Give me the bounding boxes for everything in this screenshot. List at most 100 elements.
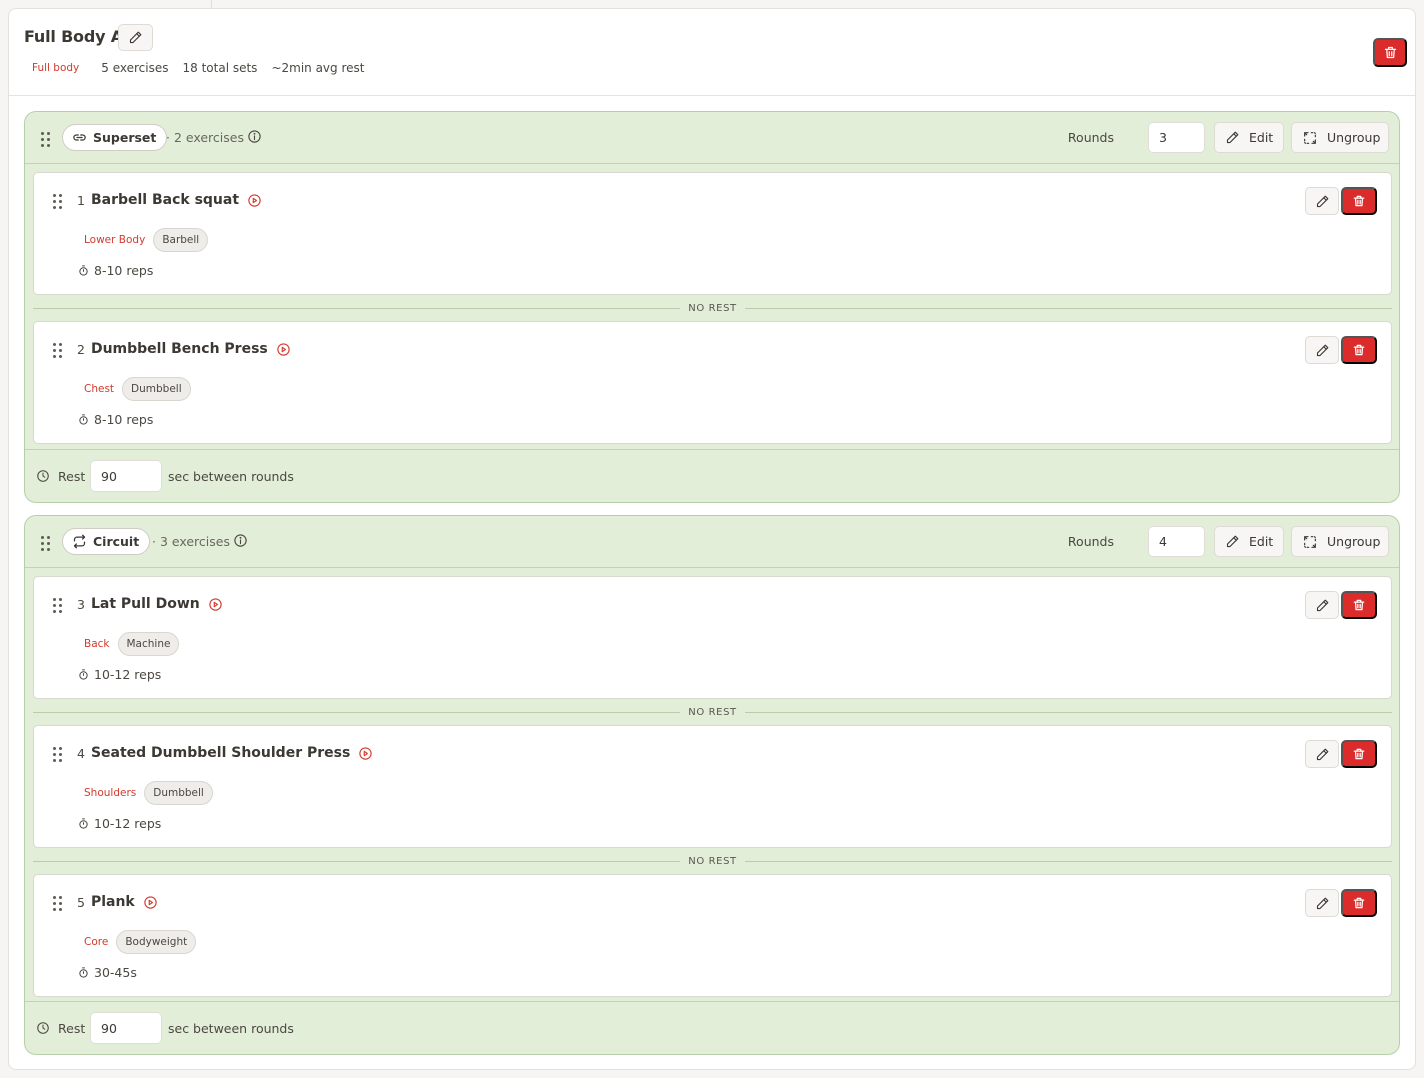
edit-group-button[interactable]: Edit [1214, 526, 1284, 557]
drag-handle-icon[interactable] [41, 536, 50, 551]
edit-group-button[interactable]: Edit [1214, 122, 1284, 153]
group-footer: Rest sec between rounds [25, 449, 1399, 502]
pencil-icon [1315, 598, 1330, 613]
group-type-pill[interactable]: Circuit [62, 528, 151, 555]
rest-seconds-input[interactable] [90, 460, 162, 492]
exercise-title: 5 Plank [77, 894, 158, 910]
group-footer: Rest sec between rounds [25, 1001, 1399, 1054]
exercise-tags: Chest Dumbbell [84, 377, 191, 401]
reps-value: 10-12 reps [94, 667, 162, 682]
trash-icon [1352, 598, 1366, 612]
info-icon[interactable] [247, 129, 262, 144]
rest-label: Rest [58, 1021, 86, 1036]
rounds-label: Rounds [1067, 130, 1114, 145]
play-video-icon[interactable] [208, 597, 223, 612]
equipment-badge: Machine [117, 632, 180, 656]
delete-exercise-button[interactable] [1341, 336, 1377, 364]
muscle-tag: Shoulders [84, 787, 137, 799]
clock-icon [36, 1021, 50, 1035]
play-video-icon[interactable] [143, 895, 158, 910]
workout-card: Full Body A Full body 5 exercises 18 tot… [8, 8, 1416, 1070]
trash-icon [1352, 194, 1366, 208]
workout-header: Full Body A Full body 5 exercises 18 tot… [9, 9, 1415, 96]
info-icon[interactable] [233, 533, 248, 548]
muscle-tag: Core [84, 936, 109, 948]
exercise-number: 4 [77, 745, 85, 761]
exercise-name: Plank [90, 894, 135, 910]
ungroup-button[interactable]: Ungroup [1291, 526, 1389, 557]
drag-handle-icon[interactable] [53, 747, 62, 762]
drag-handle-icon[interactable] [53, 896, 62, 911]
exercise-number: 3 [77, 596, 85, 612]
ungroup-label: Ungroup [1327, 534, 1381, 549]
rounds-input[interactable] [1148, 526, 1205, 557]
edit-exercise-button[interactable] [1305, 889, 1339, 917]
reps-value: 30-45s [94, 965, 137, 980]
total-sets: 18 total sets [182, 61, 258, 75]
pencil-icon [1225, 130, 1240, 145]
exercise-number: 1 [77, 192, 85, 208]
exercise-reps: 10-12 reps [78, 816, 161, 831]
ungroup-icon [1302, 130, 1318, 146]
exercise-name: Barbell Back squat [90, 192, 240, 208]
timer-icon [78, 818, 89, 829]
rounds-input[interactable] [1148, 122, 1205, 153]
play-video-icon[interactable] [358, 746, 373, 761]
edit-exercise-button[interactable] [1305, 591, 1339, 619]
rest-suffix: sec between rounds [168, 1021, 294, 1036]
timer-icon [78, 265, 89, 276]
drag-handle-icon[interactable] [41, 132, 50, 147]
exercise-card: 5 Plank Core Bodyweight 30-45s [33, 874, 1392, 997]
delete-exercise-button[interactable] [1341, 889, 1377, 917]
workout-tag: Full body [32, 62, 80, 74]
no-rest-label: NO REST [688, 706, 737, 718]
exercise-card: 1 Barbell Back squat Lower Body Barbell 8-10… [33, 172, 1392, 295]
exercise-number: 5 [77, 894, 85, 910]
exercise-group: Circuit · 3 exercises Rounds Edit Ungroup 3 La… [24, 515, 1400, 1055]
group-header: Circuit · 3 exercises Rounds Edit Ungroup [25, 516, 1399, 568]
delete-exercise-button[interactable] [1341, 740, 1377, 768]
exercise-tags: Lower Body Barbell [84, 228, 209, 252]
edit-group-label: Edit [1249, 130, 1274, 145]
reps-value: 10-12 reps [94, 816, 162, 831]
edit-title-button[interactable] [118, 24, 153, 51]
rest-seconds-input[interactable] [90, 1012, 162, 1044]
edit-exercise-button[interactable] [1305, 336, 1339, 364]
drag-handle-icon[interactable] [53, 598, 62, 613]
exercise-card: 4 Seated Dumbbell Shoulder Press Shoulders… [33, 725, 1392, 848]
delete-exercise-button[interactable] [1341, 187, 1377, 215]
delete-exercise-button[interactable] [1341, 591, 1377, 619]
group-type-label: Circuit [93, 534, 140, 549]
pencil-icon [1315, 747, 1330, 762]
exercise-title: 2 Dumbbell Bench Press [77, 341, 291, 357]
equipment-badge: Dumbbell [122, 377, 191, 401]
edit-exercise-button[interactable] [1305, 187, 1339, 215]
exercise-tags: Back Machine [84, 632, 180, 656]
exercise-number: 2 [77, 341, 85, 357]
pencil-icon [1315, 343, 1330, 358]
exercise-name: Lat Pull Down [90, 596, 200, 612]
play-video-icon[interactable] [276, 342, 291, 357]
pencil-icon [1225, 534, 1240, 549]
delete-workout-button[interactable] [1373, 38, 1407, 67]
equipment-badge: Barbell [153, 228, 209, 252]
drag-handle-icon[interactable] [53, 343, 62, 358]
edit-exercise-button[interactable] [1305, 740, 1339, 768]
exercise-group: Superset· 2 exercisesRoundsEditUngroup1B… [24, 111, 1400, 503]
repeat-icon [72, 534, 93, 549]
exercise-tags: Shoulders Dumbbell [84, 781, 213, 805]
exercise-name: Dumbbell Bench Press [90, 341, 268, 357]
exercise-card: 3 Lat Pull Down Back Machine 10-12 reps [33, 576, 1392, 699]
group-exercise-count: · 3 exercises [152, 534, 230, 549]
equipment-badge: Dumbbell [144, 781, 213, 805]
timer-icon [78, 414, 89, 425]
workout-title: Full Body A [24, 27, 123, 46]
group-type-pill[interactable]: Superset [62, 124, 168, 151]
pencil-icon [1315, 194, 1330, 209]
no-rest-divider: NO REST [33, 301, 1392, 315]
exercise-card: 2 Dumbbell Bench Press Chest Dumbbell 8-10 r… [33, 321, 1392, 444]
drag-handle-icon[interactable] [53, 194, 62, 209]
ungroup-button[interactable]: Ungroup [1291, 122, 1389, 153]
muscle-tag: Back [84, 638, 110, 650]
play-video-icon[interactable] [247, 193, 262, 208]
